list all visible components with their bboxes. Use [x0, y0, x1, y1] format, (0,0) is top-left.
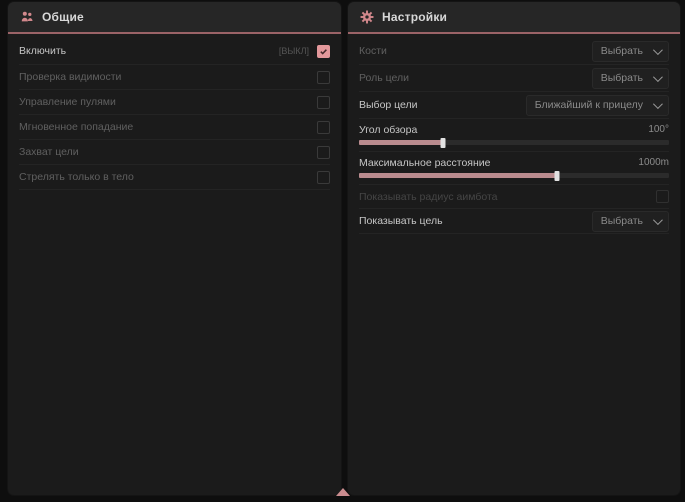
- target-role-dropdown[interactable]: Выбрать: [592, 68, 669, 89]
- dropdown-value: Выбрать: [601, 72, 643, 84]
- row-label: Управление пулями: [19, 96, 317, 108]
- chevron-down-icon: [653, 99, 663, 109]
- row-label: Стрелять только в тело: [19, 171, 317, 183]
- row-target-selection: Выбор цели Ближайший к прицелу: [359, 92, 669, 119]
- row-show-aimbot-radius: Показывать радиус аимбота: [359, 185, 669, 209]
- row-show-target: Показывать цель Выбрать: [359, 209, 669, 234]
- row-max-distance: Максимальное расстояние 1000m: [359, 152, 669, 185]
- chevron-down-icon: [653, 215, 663, 225]
- panel-settings: Настройки Кости Выбрать Роль цели Выбрат…: [348, 2, 680, 495]
- dropdown-value: Выбрать: [601, 45, 643, 57]
- max-distance-value: 1000m: [638, 157, 669, 168]
- chevron-down-icon: [653, 72, 663, 82]
- people-icon: [20, 10, 34, 24]
- bullet-control-checkbox[interactable]: [317, 96, 330, 109]
- row-label: Мгновенное попадание: [19, 121, 317, 133]
- row-label: Выбор цели: [359, 99, 526, 111]
- bones-dropdown[interactable]: Выбрать: [592, 41, 669, 62]
- slider-thumb[interactable]: [555, 171, 560, 181]
- slider-header: Максимальное расстояние 1000m: [359, 155, 669, 170]
- row-label: Максимальное расстояние: [359, 157, 638, 169]
- slider-header: Угол обзора 100°: [359, 122, 669, 137]
- chevron-down-icon: [653, 45, 663, 55]
- row-bullet-control: Управление пулями: [19, 90, 330, 115]
- row-visibility-check: Проверка видимости: [19, 65, 330, 90]
- row-instant-hit: Мгновенное попадание: [19, 115, 330, 140]
- target-selection-dropdown[interactable]: Ближайший к прицелу: [526, 95, 669, 116]
- panel-general: Общие Включить [ВЫКЛ] Проверка видимости…: [8, 2, 341, 495]
- row-body-only: Стрелять только в тело: [19, 165, 330, 190]
- row-bones: Кости Выбрать: [359, 38, 669, 65]
- mod-menu: Общие Включить [ВЫКЛ] Проверка видимости…: [0, 0, 685, 502]
- body-only-checkbox[interactable]: [317, 171, 330, 184]
- dropdown-value: Ближайший к прицелу: [535, 99, 643, 111]
- row-label: Угол обзора: [359, 124, 648, 136]
- max-distance-slider[interactable]: [359, 173, 669, 178]
- slider-fill: [359, 140, 443, 145]
- panel-general-title: Общие: [42, 10, 84, 24]
- row-label: Показывать цель: [359, 215, 592, 227]
- visibility-check-checkbox[interactable]: [317, 71, 330, 84]
- settings-rows: Кости Выбрать Роль цели Выбрать Выбор це…: [348, 34, 680, 234]
- row-label: Кости: [359, 45, 592, 57]
- row-target-role: Роль цели Выбрать: [359, 65, 669, 92]
- show-aimbot-radius-checkbox[interactable]: [656, 190, 669, 203]
- instant-hit-checkbox[interactable]: [317, 121, 330, 134]
- enable-checkbox[interactable]: [317, 45, 330, 58]
- slider-thumb[interactable]: [440, 138, 445, 148]
- panel-settings-header: Настройки: [348, 2, 680, 32]
- fov-slider[interactable]: [359, 140, 669, 145]
- checkmark-icon: [319, 47, 328, 56]
- target-lock-checkbox[interactable]: [317, 146, 330, 159]
- dropdown-value: Выбрать: [601, 215, 643, 227]
- panel-settings-title: Настройки: [382, 10, 447, 24]
- row-target-lock: Захват цели: [19, 140, 330, 165]
- row-enable: Включить [ВЫКЛ]: [19, 38, 330, 65]
- gear-icon: [360, 10, 374, 24]
- row-label: Роль цели: [359, 72, 592, 84]
- row-label: Захват цели: [19, 146, 317, 158]
- row-label: Проверка видимости: [19, 71, 317, 83]
- hotkey-badge: [ВЫКЛ]: [279, 46, 309, 56]
- fov-value: 100°: [648, 124, 669, 135]
- slider-fill: [359, 173, 557, 178]
- show-target-dropdown[interactable]: Выбрать: [592, 211, 669, 232]
- row-label: Включить: [19, 45, 279, 57]
- general-rows: Включить [ВЫКЛ] Проверка видимости Управ…: [8, 34, 341, 190]
- row-label: Показывать радиус аимбота: [359, 191, 656, 203]
- scroll-up-indicator[interactable]: [336, 488, 350, 496]
- row-fov: Угол обзора 100°: [359, 119, 669, 152]
- panel-general-header: Общие: [8, 2, 341, 32]
